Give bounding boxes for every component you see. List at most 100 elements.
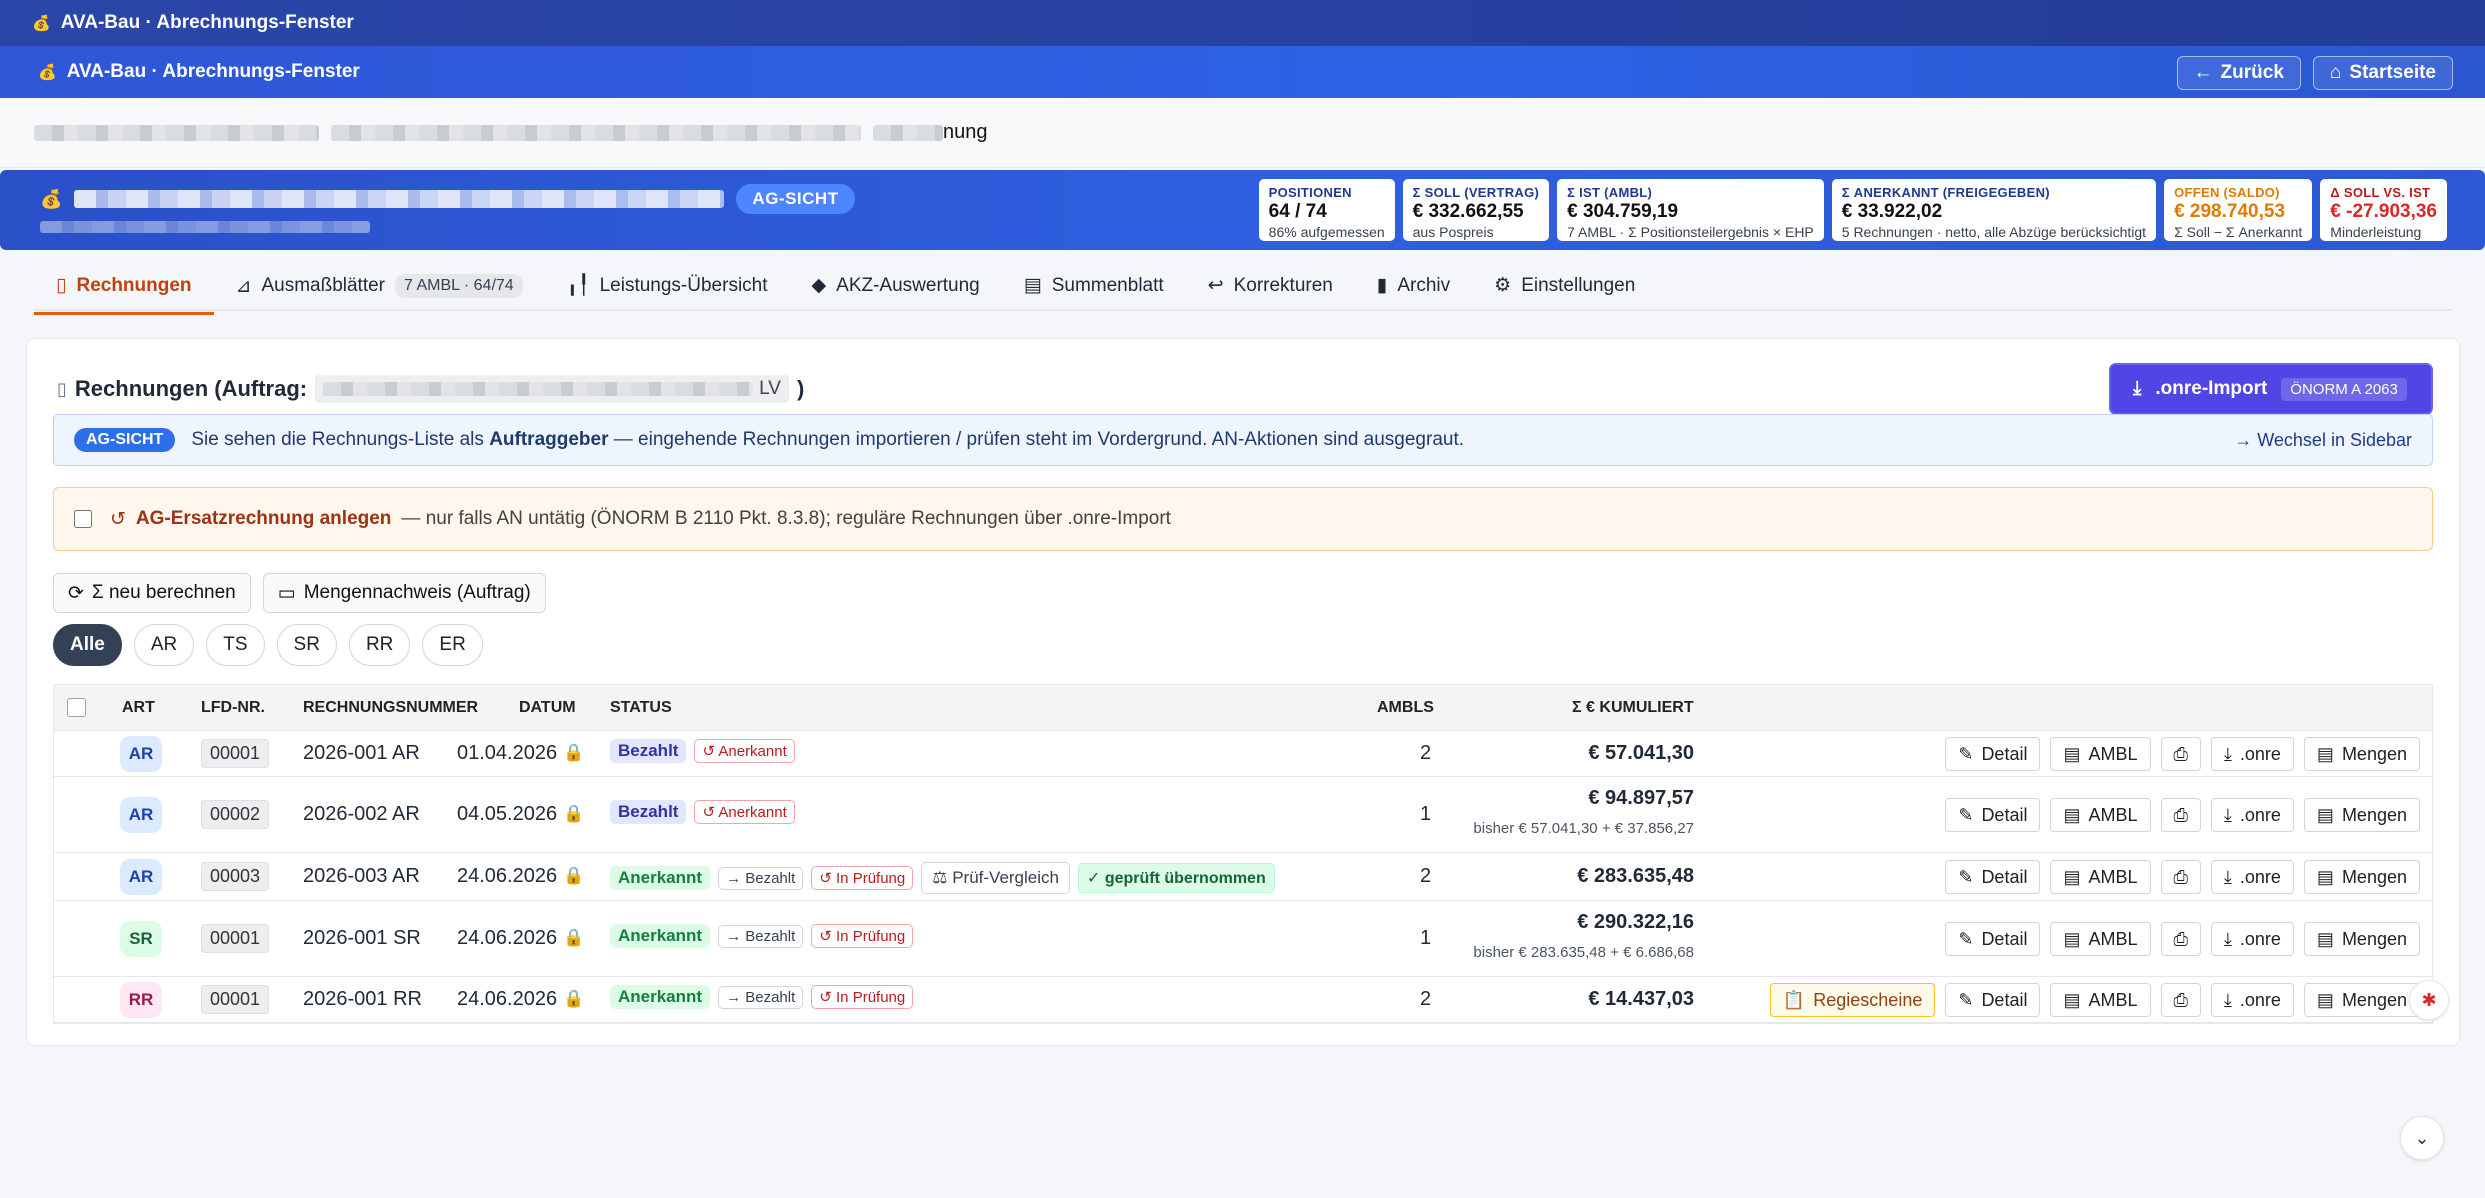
table-row[interactable]: AR 00002 2026-002 AR 04.05.2026 🔒 Bezahlt ↺ An… xyxy=(54,777,2432,853)
table-row[interactable]: AR 00003 2026-003 AR 24.06.2026 🔒 Anerkannt → … xyxy=(54,853,2432,901)
edit-icon: ✎ xyxy=(1958,804,1974,825)
bug-report-button[interactable]: ✱ xyxy=(2409,980,2449,1020)
quantities-button[interactable]: ▤ Mengen xyxy=(2303,737,2420,771)
print-button[interactable]: ⎙ xyxy=(2160,983,2201,1017)
status-transition-button[interactable]: ↺ In Prüfung xyxy=(811,866,914,890)
button-label: Regiescheine xyxy=(1813,989,1923,1010)
recalculate-button[interactable]: ⟳ Σ neu berechnen xyxy=(53,573,251,613)
onre-export-button[interactable]: ⤓ .onre xyxy=(2210,860,2294,894)
detail-button[interactable]: ✎ Detail xyxy=(1945,737,2041,771)
filter-alle[interactable]: Alle xyxy=(53,624,122,666)
bar-chart-icon: ╻╿ xyxy=(566,275,590,296)
kpi-value: € 304.759,19 xyxy=(1567,201,1679,222)
redacted-contract xyxy=(323,382,754,396)
button-label: Detail xyxy=(1981,743,2028,764)
status-transition-button[interactable]: ↺ Anerkannt xyxy=(694,739,795,763)
status-transition-button[interactable]: → Bezahlt xyxy=(718,866,804,890)
tab-ausmaßblätter[interactable]: ⊿ Ausmaßblätter 7 AMBL · 64/74 xyxy=(214,262,545,312)
print-button[interactable]: ⎙ xyxy=(2160,737,2201,771)
undo-icon: ↺ xyxy=(110,508,126,530)
list-icon: ▤ xyxy=(2063,804,2081,825)
tab-rechnungen[interactable]: ▯ Rechnungen xyxy=(34,262,214,315)
tab-leistungs-übersicht[interactable]: ╻╿ Leistungs-Übersicht xyxy=(545,262,790,311)
button-label: .onre xyxy=(2239,743,2281,764)
redacted-project-name xyxy=(74,190,725,208)
archive-icon: ▮ xyxy=(1376,275,1388,296)
redacted-text xyxy=(873,124,943,141)
document-icon: ▤ xyxy=(2316,928,2334,949)
undo-icon: ↩ xyxy=(1207,275,1224,296)
status-transition-button[interactable]: ↺ In Prüfung xyxy=(811,985,914,1009)
print-button[interactable]: ⎙ xyxy=(2160,798,2201,832)
tab-divider xyxy=(34,309,2451,311)
ambl-button[interactable]: ▤ AMBL xyxy=(2050,983,2151,1017)
invoice-date: 24.06.2026 xyxy=(457,865,558,887)
invoice-seq-number: 00003 xyxy=(201,862,270,891)
onre-export-button[interactable]: ⤓ .onre xyxy=(2210,737,2294,771)
onre-export-button[interactable]: ⤓ .onre xyxy=(2210,922,2294,956)
status-transition-button[interactable]: ↺ In Prüfung xyxy=(811,924,914,948)
back-button[interactable]: ← Zurück xyxy=(2176,56,2301,90)
info-role: Auftraggeber xyxy=(489,429,609,450)
button-label: Mengen xyxy=(2341,804,2407,825)
ambl-button[interactable]: ▤ AMBL xyxy=(2050,798,2151,832)
tab-korrekturen[interactable]: ↩ Korrekturen xyxy=(1186,262,1355,311)
ambl-button[interactable]: ▤ AMBL xyxy=(2050,922,2151,956)
col-status: STATUS xyxy=(610,698,672,716)
button-label: .onre xyxy=(2239,989,2281,1010)
filter-rr[interactable]: RR xyxy=(348,624,411,666)
replacement-invoice-checkbox[interactable] xyxy=(74,510,92,528)
regie-sheets-button[interactable]: 📋 Regiescheine xyxy=(1769,983,1936,1017)
table-row[interactable]: AR 00001 2026-001 AR 01.04.2026 🔒 Bezahlt ↺ An… xyxy=(54,731,2432,777)
tab-akz-auswertung[interactable]: ◆ AKZ-Auswertung xyxy=(790,262,1002,311)
filter-ts[interactable]: TS xyxy=(206,624,265,666)
print-button[interactable]: ⎙ xyxy=(2160,922,2201,956)
detail-button[interactable]: ✎ Detail xyxy=(1945,798,2041,832)
quantities-button[interactable]: ▤ Mengen xyxy=(2303,860,2420,894)
col-art: ART xyxy=(122,698,155,716)
status-transition-button[interactable]: ↺ Anerkannt xyxy=(694,800,795,824)
status-transition-button[interactable]: → Bezahlt xyxy=(718,985,804,1009)
info-text-rest: — eingehende Rechnungen importieren / pr… xyxy=(613,429,1465,450)
filter-er[interactable]: ER xyxy=(422,624,483,666)
status-transition-button[interactable]: → Bezahlt xyxy=(718,924,804,948)
kpi-label: OFFEN (SALDO) xyxy=(2174,185,2280,200)
table-row[interactable]: RR 00001 2026-001 RR 24.06.2026 🔒 Anerkannt → … xyxy=(54,977,2432,1023)
quantities-button[interactable]: ▤ Mengen xyxy=(2303,922,2420,956)
tab-einstellungen[interactable]: ⚙ Einstellungen xyxy=(1472,262,1657,311)
table-row[interactable]: SR 00001 2026-001 SR 24.06.2026 🔒 Anerkannt → … xyxy=(54,901,2432,977)
money-bag-icon: 💰 xyxy=(38,64,57,81)
scroll-down-button[interactable]: ⌄ xyxy=(2400,1116,2444,1160)
detail-button[interactable]: ✎ Detail xyxy=(1945,860,2041,894)
invoice-type-badge: AR xyxy=(120,736,162,772)
button-label: AMBL xyxy=(2088,928,2138,949)
quantity-proof-button[interactable]: ▭ Mengennachweis (Auftrag) xyxy=(262,573,546,613)
tab-summenblatt[interactable]: ▤ Summenblatt xyxy=(1002,262,1186,311)
ambl-button[interactable]: ▤ AMBL xyxy=(2050,860,2151,894)
onre-import-button[interactable]: ⤓ .onre-Import ÖNORM A 2063 xyxy=(2109,363,2433,415)
status-badge: Bezahlt xyxy=(610,800,687,824)
onre-export-button[interactable]: ⤓ .onre xyxy=(2210,798,2294,832)
detail-button[interactable]: ✎ Detail xyxy=(1945,922,2041,956)
filter-ar[interactable]: AR xyxy=(133,624,195,666)
ambl-button[interactable]: ▤ AMBL xyxy=(2050,737,2151,771)
cumulative-sum: € 14.437,03 xyxy=(1344,988,1694,1011)
tab-archiv[interactable]: ▮ Archiv xyxy=(1355,262,1472,311)
onre-export-button[interactable]: ⤓ .onre xyxy=(2210,983,2294,1017)
compare-button[interactable]: ⚖ Prüf-Vergleich xyxy=(921,862,1070,894)
invoice-seq-number: 00001 xyxy=(201,924,270,953)
quantities-button[interactable]: ▤ Mengen xyxy=(2303,983,2420,1017)
switch-sidebar-link[interactable]: → Wechsel in Sidebar xyxy=(2234,430,2412,451)
home-button[interactable]: ⌂ Startseite xyxy=(2312,56,2453,90)
print-button[interactable]: ⎙ xyxy=(2160,860,2201,894)
tab-label: Ausmaßblätter xyxy=(261,275,385,296)
detail-button[interactable]: ✎ Detail xyxy=(1945,983,2041,1017)
filter-sr[interactable]: SR xyxy=(276,624,337,666)
refresh-icon: ⟳ xyxy=(68,582,84,604)
chevron-down-icon: ⌄ xyxy=(2414,1127,2430,1148)
invoice-type-badge: SR xyxy=(120,921,162,957)
quantities-button[interactable]: ▤ Mengen xyxy=(2303,798,2420,832)
button-label: .onre xyxy=(2239,866,2281,887)
select-all-checkbox[interactable] xyxy=(67,698,86,717)
kpi-card: Σ ANERKANNT (FREIGEGEBEN) € 33.922,02 5 Re… xyxy=(1831,179,2157,241)
